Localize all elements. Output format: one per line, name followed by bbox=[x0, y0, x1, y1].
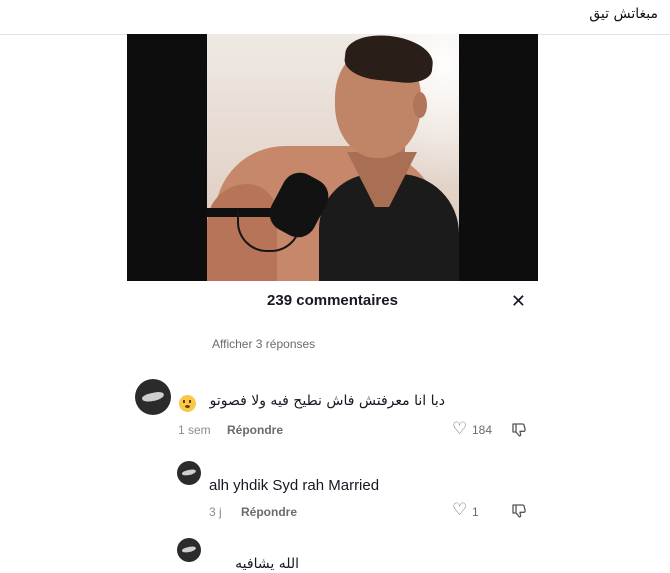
comment-text: الله يشافيه bbox=[235, 556, 299, 572]
video-frame bbox=[207, 34, 459, 281]
like-count: 184 bbox=[472, 423, 493, 437]
flushed-face-icon bbox=[179, 395, 196, 412]
comment-time: 1 sem bbox=[178, 423, 211, 437]
thumbs-down-icon[interactable] bbox=[511, 422, 527, 438]
heart-icon[interactable]: ♡ bbox=[452, 502, 467, 519]
close-icon[interactable]: ✕ bbox=[511, 291, 526, 312]
comment-text: alh yhdik Syd rah Married bbox=[209, 477, 380, 494]
avatar[interactable] bbox=[177, 538, 201, 562]
heart-icon[interactable]: ♡ bbox=[452, 421, 467, 438]
like-count: 1 bbox=[472, 505, 479, 519]
view-replies-link[interactable]: Afficher 3 réponses bbox=[212, 337, 315, 351]
thumbs-down-icon[interactable] bbox=[511, 503, 527, 519]
post-title: مبغاتش تيق bbox=[589, 6, 658, 22]
comments-sheet: 239 commentaires ✕ Afficher 3 réponses د… bbox=[127, 281, 538, 573]
avatar[interactable] bbox=[177, 461, 201, 485]
avatar[interactable] bbox=[135, 379, 171, 415]
comments-count: 239 commentaires bbox=[267, 292, 398, 309]
comment-time: 3 j bbox=[209, 505, 222, 519]
comment-text: دبا انا معرفتش فاش نطيح فيه ولا فصوتو bbox=[209, 393, 445, 409]
reply-button[interactable]: Répondre bbox=[227, 423, 283, 437]
reply-button[interactable]: Répondre bbox=[241, 505, 297, 519]
video-player[interactable] bbox=[127, 34, 538, 281]
